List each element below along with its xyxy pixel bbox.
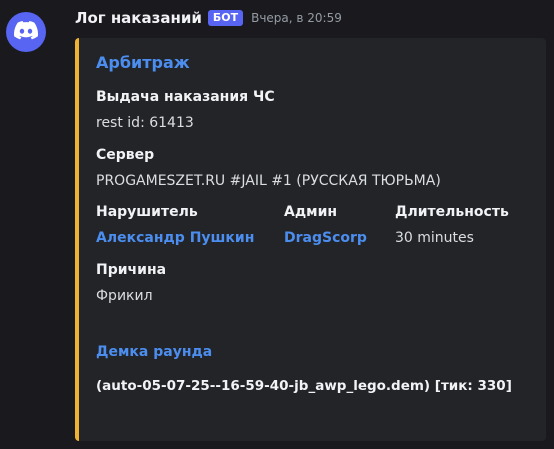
field-value-server: PROGAMESZET.RU #JAIL #1 (РУССКАЯ ТЮРЬМА) [96, 173, 441, 189]
field-name-server: Сервер [96, 147, 155, 163]
field-value-punishment: rest id: 61413 [96, 115, 194, 131]
embed-title: Арбитраж [96, 53, 190, 72]
field-name-reason: Причина [96, 262, 167, 278]
demo-filename: (auto-05-07-25--16-59-40-jb_awp_lego.dem… [96, 378, 512, 394]
field-name-offender: Нарушитель [96, 204, 198, 220]
field-name-punishment: Выдача наказания ЧС [96, 89, 275, 105]
bot-avatar[interactable] [6, 12, 46, 52]
discord-logo-icon [14, 20, 39, 44]
embed: Арбитраж Выдача наказания ЧС rest id: 61… [75, 38, 546, 441]
field-value-duration: 30 minutes [395, 230, 474, 246]
demo-title: Демка раунда [96, 344, 213, 360]
message-timestamp: Вчера, в 20:59 [251, 11, 342, 25]
field-name-duration: Длительность [395, 204, 509, 220]
message: Лог наказаний БОТ Вчера, в 20:59 Арбитра… [0, 0, 554, 449]
message-header: Лог наказаний БОТ Вчера, в 20:59 [75, 9, 342, 27]
admin-link[interactable]: DragScorp [284, 230, 367, 246]
field-name-admin: Админ [284, 204, 338, 220]
author-name[interactable]: Лог наказаний [75, 9, 202, 27]
field-value-reason: Фрикил [96, 288, 153, 304]
offender-link[interactable]: Александр Пушкин [96, 230, 254, 246]
bot-tag: БОТ [207, 10, 244, 26]
